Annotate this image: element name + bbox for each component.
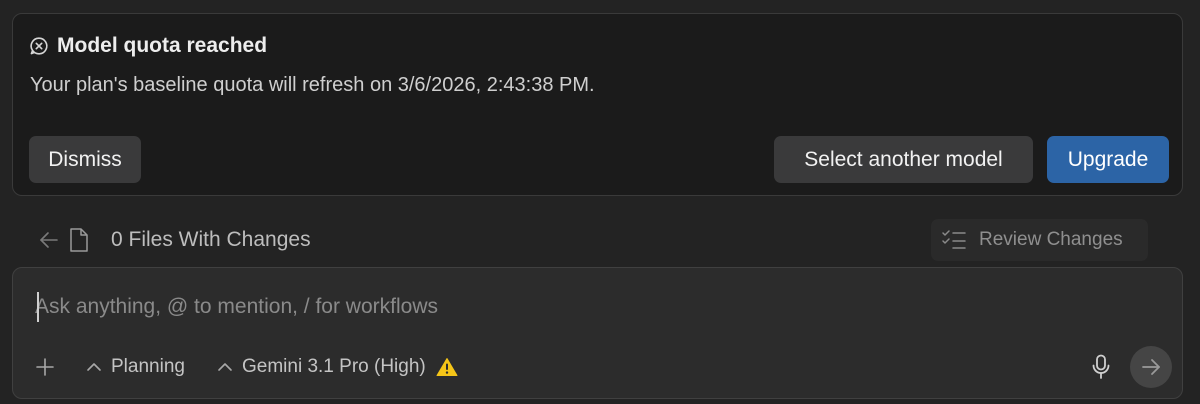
microphone-icon xyxy=(1091,354,1111,380)
model-selector[interactable]: Gemini 3.1 Pro (High) xyxy=(216,352,458,382)
files-changes-bar: 0 Files With Changes xyxy=(38,222,311,258)
file-icon xyxy=(68,227,90,253)
arrow-right-icon xyxy=(1140,356,1162,378)
dismiss-button[interactable]: Dismiss xyxy=(29,136,141,183)
quota-alert-message: Your plan's baseline quota will refresh … xyxy=(30,74,595,96)
chat-input[interactable] xyxy=(35,290,1135,324)
add-context-button[interactable] xyxy=(35,352,55,382)
select-another-model-button[interactable]: Select another model xyxy=(774,136,1033,183)
mode-selector[interactable]: Planning xyxy=(85,352,185,382)
files-with-changes-label: 0 Files With Changes xyxy=(111,228,311,251)
mode-label: Planning xyxy=(111,356,185,377)
upgrade-button[interactable]: Upgrade xyxy=(1047,136,1169,183)
error-circle-icon xyxy=(29,36,49,56)
agent-panel: Model quota reached Your plan's baseline… xyxy=(0,0,1200,404)
quota-alert-title: Model quota reached xyxy=(57,34,268,57)
quota-alert-header: Model quota reached xyxy=(29,34,267,58)
review-changes-button[interactable]: Review Changes xyxy=(931,219,1148,261)
chevron-up-icon xyxy=(85,360,103,374)
arrow-left-icon[interactable] xyxy=(38,229,60,251)
model-label: Gemini 3.1 Pro (High) xyxy=(242,356,426,377)
send-button[interactable] xyxy=(1130,346,1172,388)
text-caret xyxy=(37,292,39,322)
microphone-button[interactable] xyxy=(1086,352,1116,382)
plus-icon xyxy=(35,357,55,377)
quota-alert-card: Model quota reached Your plan's baseline… xyxy=(12,13,1183,196)
chevron-up-icon xyxy=(216,360,234,374)
checklist-icon xyxy=(941,229,967,251)
review-changes-label: Review Changes xyxy=(979,229,1123,250)
warning-icon xyxy=(436,357,458,377)
chat-composer: Planning Gemini 3.1 Pro (High) xyxy=(12,267,1183,399)
